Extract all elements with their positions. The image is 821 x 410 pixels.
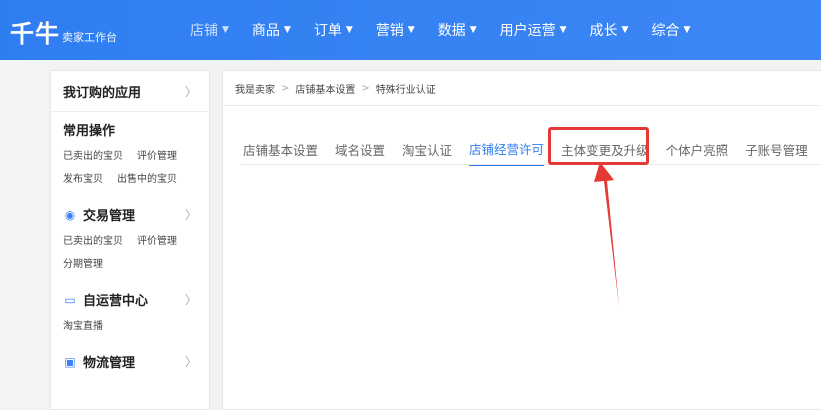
- logistics-label: 物流管理: [83, 356, 136, 371]
- nav-products[interactable]: 商品 ▼: [252, 20, 291, 40]
- settings-tabs: 店铺基本设置 域名设置 淘宝认证 店铺经营许可 主体变更及升级 个体户亮照 子账…: [243, 139, 821, 166]
- sidebar: 我订购的应用 〉 常用操作 已卖出的宝贝 评价管理 发布宝贝 出售中的宝贝 ◉ 交…: [50, 70, 210, 410]
- app-subtitle: 卖家工作台: [62, 31, 117, 44]
- nav-marketing[interactable]: 营销 ▼: [376, 20, 415, 40]
- link-sold-items[interactable]: 已卖出的宝贝: [63, 147, 123, 162]
- chevron-down-icon: ▼: [407, 25, 415, 35]
- link-installments[interactable]: 分期管理: [63, 255, 103, 270]
- link-publish-item[interactable]: 发布宝贝: [63, 170, 103, 185]
- chevron-down-icon: ▼: [683, 25, 691, 35]
- self-op-section: ▭ 自运营中心 〉 淘宝直播: [51, 282, 209, 344]
- subscribed-apps-title: 我订购的应用: [63, 85, 142, 101]
- nav-data[interactable]: 数据 ▼: [438, 20, 477, 40]
- link-reviews[interactable]: 评价管理: [137, 232, 177, 247]
- nav-growth-label: 成长: [589, 23, 618, 39]
- trade-icon: ◉: [64, 207, 76, 222]
- common-actions-section: 常用操作 已卖出的宝贝 评价管理 发布宝贝 出售中的宝贝: [51, 112, 209, 197]
- nav-marketing-label: 营销: [375, 23, 404, 39]
- tab-sub-account-management[interactable]: 子账号管理: [745, 140, 808, 165]
- chevron-right-icon: 〉: [184, 355, 197, 369]
- nav-user-ops-label: 用户运营: [499, 23, 556, 39]
- nav-orders-label: 订单: [313, 23, 342, 39]
- nav-store[interactable]: 店铺 ▼: [190, 20, 229, 40]
- tab-taobao-certification[interactable]: 淘宝认证: [402, 140, 452, 165]
- nav-growth[interactable]: 成长 ▼: [590, 20, 629, 40]
- nav-data-label: 数据: [437, 23, 466, 39]
- link-taobao-live[interactable]: 淘宝直播: [63, 317, 103, 332]
- chevron-down-icon: ▼: [222, 25, 229, 35]
- top-bar: 千牛 卖家工作台 店铺 ▼ 商品 ▼ 订单 ▼ 营销 ▼ 数据 ▼ 用户运营 ▼ 成长 ▼ 综…: [0, 0, 821, 60]
- main-nav: 店铺 ▼ 商品 ▼ 订单 ▼ 营销 ▼ 数据 ▼ 用户运营 ▼ 成长 ▼ 综合 ▼: [190, 0, 713, 60]
- logistics-title[interactable]: ▣ 物流管理 〉: [63, 352, 197, 372]
- breadcrumb-item-store-settings[interactable]: 店铺基本设置: [295, 81, 355, 96]
- nav-user-ops[interactable]: 用户运营 ▼: [500, 20, 567, 40]
- app-logo[interactable]: 千牛: [10, 14, 60, 49]
- tab-business-license[interactable]: 店铺经营许可: [469, 139, 545, 166]
- chevron-right-icon: 〉: [184, 208, 197, 222]
- nav-general-label: 综合: [651, 23, 680, 39]
- breadcrumb-separator: >: [361, 82, 370, 94]
- nav-general[interactable]: 综合 ▼: [651, 20, 690, 40]
- logistics-section: ▣ 物流管理 〉: [51, 344, 209, 383]
- breadcrumb-separator: >: [281, 82, 290, 94]
- main-panel: 我是卖家 > 店铺基本设置 > 特殊行业认证 店铺基本设置 域名设置 淘宝认证 …: [222, 70, 821, 410]
- chevron-down-icon: ▼: [345, 25, 353, 35]
- self-op-title[interactable]: ▭ 自运营中心 〉: [63, 290, 197, 310]
- truck-icon: ▣: [64, 354, 76, 369]
- tab-store-basic-settings[interactable]: 店铺基本设置: [243, 140, 318, 165]
- annotation-highlight-box: [548, 127, 649, 165]
- chevron-right-icon: 〉: [184, 293, 197, 307]
- chevron-down-icon: ▼: [621, 25, 629, 35]
- nav-store-label: 店铺: [190, 23, 218, 39]
- breadcrumb-item-seller[interactable]: 我是卖家: [235, 81, 275, 96]
- chevron-down-icon: ▼: [559, 25, 567, 35]
- chevron-right-icon: 〉: [184, 84, 197, 99]
- self-op-label: 自运营中心: [83, 294, 149, 309]
- chevron-down-icon: ▼: [283, 25, 291, 35]
- link-items-on-sale[interactable]: 出售中的宝贝: [117, 170, 177, 185]
- subscribed-apps-header[interactable]: 我订购的应用 〉: [51, 71, 209, 112]
- nav-orders[interactable]: 订单 ▼: [314, 20, 353, 40]
- breadcrumb: 我是卖家 > 店铺基本设置 > 特殊行业认证: [223, 71, 821, 106]
- trade-title[interactable]: ◉ 交易管理 〉: [63, 205, 197, 225]
- chat-icon: ▭: [64, 292, 76, 307]
- common-actions-title: 常用操作: [63, 120, 197, 139]
- trade-section: ◉ 交易管理 〉 已卖出的宝贝 评价管理 分期管理: [51, 197, 209, 282]
- tab-divider: [241, 164, 821, 165]
- common-actions-label: 常用操作: [63, 124, 116, 139]
- tab-domain-settings[interactable]: 域名设置: [335, 140, 385, 165]
- link-reviews[interactable]: 评价管理: [137, 147, 177, 162]
- breadcrumb-item-special-cert: 特殊行业认证: [375, 84, 436, 96]
- chevron-down-icon: ▼: [469, 25, 477, 35]
- link-sold-items[interactable]: 已卖出的宝贝: [63, 232, 123, 247]
- tab-individual-license-display[interactable]: 个体户亮照: [666, 140, 729, 165]
- trade-label: 交易管理: [83, 209, 136, 224]
- nav-products-label: 商品: [251, 23, 280, 39]
